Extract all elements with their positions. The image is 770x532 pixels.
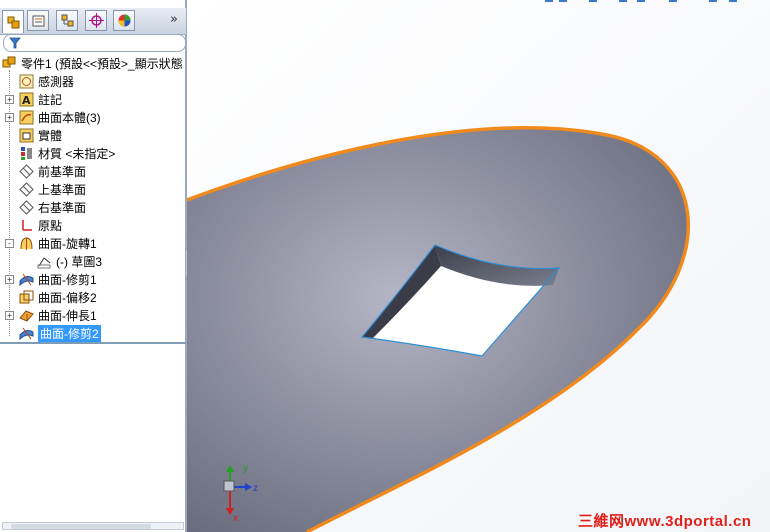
tree-item[interactable]: 上基準面 — [19, 180, 86, 198]
tree-item[interactable]: 曲面-旋轉1 — [19, 234, 97, 252]
tree-item-label: 曲面本體(3) — [38, 110, 101, 125]
tree-item[interactable]: (-) 草圖3 — [37, 252, 102, 270]
surface-offset-icon — [19, 290, 34, 305]
triad-x-label: x — [233, 513, 238, 524]
zoom-area-icon — [559, 0, 567, 2]
zoom-fit-icon — [545, 0, 553, 2]
configuration-manager-icon — [61, 14, 73, 27]
tree-item-label: 註記 — [38, 92, 63, 107]
expand-toggle[interactable]: + — [5, 113, 14, 122]
configuration-manager-tab[interactable] — [56, 10, 78, 31]
tree-item[interactable]: 材質 <未指定> — [19, 144, 115, 162]
tree-item-label: 材質 <未指定> — [38, 146, 116, 161]
tree-item-label: 曲面-旋轉1 — [38, 236, 97, 251]
tree-item[interactable]: 感測器 — [19, 72, 74, 90]
dimxpert-tab[interactable] — [85, 10, 107, 31]
tree-rollback-divider — [0, 342, 186, 344]
tree-item[interactable]: A 註記 — [19, 90, 62, 108]
tree-item[interactable]: 曲面本體(3) — [19, 108, 101, 126]
tree-item-label: 感測器 — [38, 74, 75, 89]
tree-item-label: 原點 — [38, 218, 63, 233]
feature-manager-panel: » 零件1 (預設<<預設>_顯示狀態感測器 A 註記 + 曲面本體(3) + 實體材質 <… — [0, 0, 187, 532]
origin-icon — [19, 218, 34, 233]
tree-item-label: 曲面-修剪1 — [38, 272, 97, 287]
tree-item[interactable]: 曲面-修剪2 — [19, 324, 101, 342]
feature-filter-input[interactable] — [3, 34, 186, 52]
tree-connector-line — [9, 70, 10, 336]
plane-icon — [19, 181, 34, 197]
expand-toggle[interactable]: + — [5, 95, 14, 104]
surface-extrude-icon — [19, 308, 34, 323]
triad-z-label: z — [253, 483, 258, 494]
tree-item-label: 曲面-偏移2 — [38, 290, 97, 305]
display-manager-icon — [118, 14, 130, 27]
tree-item-label: (-) 草圖3 — [56, 254, 102, 269]
expand-toggle[interactable]: + — [5, 311, 14, 320]
triad-y-label: y — [243, 463, 248, 474]
tree-item-label: 零件1 (預設<<預設>_顯示狀態 — [21, 56, 183, 71]
tree-item[interactable]: 右基準面 — [19, 198, 86, 216]
scrollbar-thumb[interactable] — [11, 524, 151, 529]
tree-item[interactable]: 曲面-伸長1 — [19, 306, 97, 324]
sketch-icon — [37, 254, 52, 269]
display-style-icon — [669, 0, 677, 2]
property-manager-icon — [32, 15, 44, 27]
feature-tree-icon — [7, 16, 19, 28]
tree-item-label: 上基準面 — [38, 182, 87, 197]
tree-item[interactable]: 曲面-偏移2 — [19, 288, 97, 306]
horizontal-scrollbar[interactable] — [2, 522, 184, 530]
watermark-text: 三維网www.3dportal.cn — [578, 513, 752, 530]
filter-icon — [9, 37, 21, 49]
collapse-toggle[interactable]: - — [5, 239, 14, 248]
plane-icon — [19, 199, 34, 215]
tree-item[interactable]: 原點 — [19, 216, 62, 234]
solid-bodies-icon — [19, 128, 34, 143]
annotations-icon: A — [19, 92, 34, 107]
dimxpert-icon — [88, 13, 104, 28]
tree-item[interactable]: 實體 — [19, 126, 62, 144]
previous-view-icon — [589, 0, 597, 2]
part-icon — [2, 56, 17, 71]
graphics-viewport[interactable]: y z x 三維网www.3dportal.cn — [187, 0, 770, 532]
tree-item[interactable]: 前基準面 — [19, 162, 86, 180]
surface-trim-icon — [19, 272, 34, 287]
more-tabs-button[interactable]: » — [170, 12, 178, 27]
surface-bodies-icon — [19, 110, 34, 125]
tree-item-label: 曲面-伸長1 — [38, 308, 97, 323]
tree-item[interactable]: 零件1 (預設<<預設>_顯示狀態 — [2, 54, 183, 72]
tree-item[interactable]: 曲面-修剪1 — [19, 270, 97, 288]
surface-revolve-icon — [19, 236, 34, 251]
property-manager-tab[interactable] — [27, 10, 49, 31]
plane-icon — [19, 163, 34, 179]
tree-item-label: 實體 — [38, 128, 63, 143]
tree-item-label: 右基準面 — [38, 200, 87, 215]
view-toolbar — [545, 0, 770, 13]
expand-toggle[interactable]: + — [5, 275, 14, 284]
tree-item-label: 曲面-修剪2 — [38, 324, 101, 342]
sensors-icon — [19, 74, 34, 89]
hide-show-icon — [709, 0, 717, 2]
appearance-icon — [729, 0, 737, 2]
tree-item-label: 前基準面 — [38, 164, 87, 179]
feature-tree-tab[interactable] — [2, 10, 24, 33]
model-view[interactable]: y z x — [187, 0, 770, 532]
display-manager-tab[interactable] — [113, 10, 135, 31]
svg-text:A: A — [22, 94, 31, 107]
material-icon — [19, 146, 34, 161]
surface-trim-icon — [19, 326, 34, 341]
feature-manager-tab-bar: » — [0, 8, 186, 35]
section-view-icon — [619, 0, 627, 2]
view-orientation-icon — [637, 0, 645, 2]
